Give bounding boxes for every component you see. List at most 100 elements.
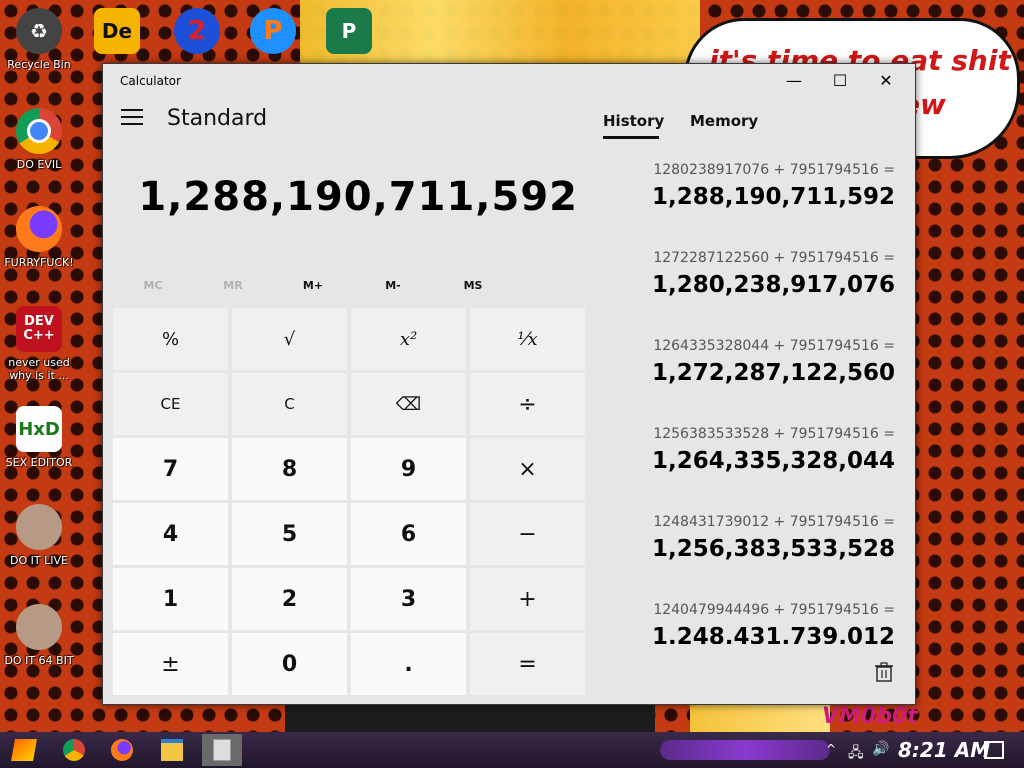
history-item[interactable]: 1240479944496 + 7951794516 = 1,248,431,7… bbox=[625, 602, 895, 644]
taskbar-chrome[interactable] bbox=[56, 734, 92, 766]
memory-add-button[interactable]: M+ bbox=[273, 272, 353, 300]
notifications-icon[interactable] bbox=[984, 741, 1004, 759]
desktop-icon-sex-editor[interactable]: HxD SEX EDITOR bbox=[2, 406, 76, 469]
memory-store-button[interactable]: MS bbox=[433, 272, 513, 300]
history-result: 1,288,190,711,592 bbox=[652, 184, 895, 210]
app-icon: P bbox=[326, 8, 372, 54]
history-item[interactable]: 1256383533528 + 7951794516 = 1,264,335,3… bbox=[625, 426, 895, 474]
reciprocal-button[interactable]: ¹⁄x bbox=[470, 308, 585, 370]
digit-8-button[interactable]: 8 bbox=[232, 438, 347, 500]
start-button[interactable] bbox=[6, 734, 42, 766]
volume-icon[interactable]: 🔊 bbox=[872, 741, 889, 757]
negate-button[interactable]: ± bbox=[113, 633, 228, 695]
calculator-display: 1,288,190,711,592 bbox=[138, 174, 578, 220]
desktop-icon-do-it-64-bit[interactable]: DO IT 64 BIT bbox=[2, 604, 76, 667]
minimize-button[interactable]: — bbox=[771, 64, 817, 96]
history-item[interactable]: 1280238917076 + 7951794516 = 1,288,190,7… bbox=[625, 162, 895, 210]
subtract-button[interactable]: − bbox=[470, 503, 585, 565]
clock[interactable]: 8:21 AM bbox=[898, 738, 990, 762]
backspace-icon: ⌫ bbox=[395, 393, 422, 415]
calculator-icon bbox=[213, 739, 231, 761]
taskbar-file-explorer[interactable] bbox=[154, 734, 190, 766]
history-expression: 1264335328044 + 7951794516 = bbox=[653, 338, 895, 354]
desktop-icon-pencil[interactable]: P bbox=[236, 8, 310, 54]
mode-title: Standard bbox=[167, 106, 268, 131]
hxd-icon: HxD bbox=[16, 406, 62, 452]
delete-history-icon[interactable] bbox=[875, 662, 893, 682]
close-button[interactable]: ✕ bbox=[863, 64, 909, 96]
backspace-button[interactable]: ⌫ bbox=[351, 373, 466, 435]
history-item[interactable]: 1272287122560 + 7951794516 = 1,280,238,9… bbox=[625, 250, 895, 298]
taskbar-decoration bbox=[660, 740, 830, 760]
menu-icon[interactable] bbox=[121, 109, 143, 125]
taskbar-calculator[interactable] bbox=[202, 734, 242, 766]
devcpp-icon: DEV C++ bbox=[16, 306, 62, 352]
equals-button[interactable]: = bbox=[470, 633, 585, 695]
square-root-button[interactable]: √ bbox=[232, 308, 347, 370]
square-button[interactable]: x² bbox=[351, 308, 466, 370]
app-icon: 2 bbox=[174, 8, 220, 54]
clear-entry-button[interactable]: CE bbox=[113, 373, 228, 435]
desktop-icon-furryfuck[interactable]: FURRYFUCK! bbox=[2, 206, 76, 269]
memory-row: MC MR M+ M- MS bbox=[113, 272, 583, 300]
file-explorer-icon bbox=[161, 739, 183, 761]
digit-5-button[interactable]: 5 bbox=[232, 503, 347, 565]
calculator-window: Calculator — ☐ ✕ Standard 1,288,190,711,… bbox=[102, 63, 916, 705]
desktop-icon-do-it-live[interactable]: DO IT LIVE bbox=[2, 504, 76, 567]
divide-button[interactable]: ÷ bbox=[470, 373, 585, 435]
history-list: 1280238917076 + 7951794516 = 1,288,190,7… bbox=[623, 162, 895, 644]
desktop-icon-reloaded-2[interactable]: 2 bbox=[160, 8, 234, 54]
desktop-icon-app[interactable]: P bbox=[312, 8, 386, 54]
chrome-icon bbox=[16, 108, 62, 154]
tray-chevron-icon[interactable]: ^ bbox=[826, 742, 836, 756]
digit-9-button[interactable]: 9 bbox=[351, 438, 466, 500]
digit-7-button[interactable]: 7 bbox=[113, 438, 228, 500]
digit-0-button[interactable]: 0 bbox=[232, 633, 347, 695]
active-tab-indicator bbox=[603, 136, 659, 139]
portrait-icon bbox=[16, 504, 62, 550]
history-expression: 1280238917076 + 7951794516 = bbox=[653, 162, 895, 178]
memory-subtract-button[interactable]: M- bbox=[353, 272, 433, 300]
digit-4-button[interactable]: 4 bbox=[113, 503, 228, 565]
percent-button[interactable]: % bbox=[113, 308, 228, 370]
desktop-icon-i-love[interactable]: De bbox=[80, 8, 154, 54]
firefox-icon bbox=[16, 206, 62, 252]
maximize-button[interactable]: ☐ bbox=[817, 64, 863, 96]
history-result: 1,280,238,917,076 bbox=[652, 272, 895, 298]
network-icon[interactable]: 🖧 bbox=[848, 742, 864, 766]
history-expression: 1256383533528 + 7951794516 = bbox=[653, 426, 895, 442]
app-icon: De bbox=[94, 8, 140, 54]
history-result: 1,272,287,122,560 bbox=[652, 360, 895, 386]
tab-memory[interactable]: Memory bbox=[690, 112, 758, 130]
memory-recall-button[interactable]: MR bbox=[193, 272, 273, 300]
clear-button[interactable]: C bbox=[232, 373, 347, 435]
multiply-button[interactable]: × bbox=[470, 438, 585, 500]
app-icon: P bbox=[250, 8, 296, 54]
portrait-icon bbox=[16, 604, 62, 650]
add-button[interactable]: + bbox=[470, 568, 585, 630]
digit-6-button[interactable]: 6 bbox=[351, 503, 466, 565]
desktop-icon-recycle-bin[interactable]: ♻ Recycle Bin bbox=[2, 8, 76, 71]
taskbar-firefox[interactable] bbox=[104, 734, 140, 766]
digit-1-button[interactable]: 1 bbox=[113, 568, 228, 630]
history-expression: 1272287122560 + 7951794516 = bbox=[653, 250, 895, 266]
history-expression: 1248431739012 + 7951794516 = bbox=[653, 514, 895, 530]
window-title: Calculator bbox=[120, 74, 181, 88]
history-expression: 1240479944496 + 7951794516 = bbox=[653, 602, 895, 618]
tab-history[interactable]: History bbox=[603, 112, 664, 139]
digit-3-button[interactable]: 3 bbox=[351, 568, 466, 630]
history-result: 1,264,335,328,044 bbox=[652, 448, 895, 474]
history-item[interactable]: 1264335328044 + 7951794516 = 1,272,287,1… bbox=[625, 338, 895, 386]
history-item[interactable]: 1248431739012 + 7951794516 = 1,256,383,5… bbox=[625, 514, 895, 562]
recycle-bin-icon: ♻ bbox=[16, 8, 62, 54]
taskbar: ^ 🖧 🔊 8:21 AM bbox=[0, 732, 1024, 768]
digit-2-button[interactable]: 2 bbox=[232, 568, 347, 630]
title-bar: Calculator — ☐ ✕ bbox=[103, 64, 915, 96]
desktop-icon-devcpp[interactable]: DEV C++ never used why is it ... bbox=[2, 306, 76, 382]
memory-clear-button[interactable]: MC bbox=[113, 272, 193, 300]
firefox-icon bbox=[111, 739, 133, 761]
decimal-button[interactable]: . bbox=[351, 633, 466, 695]
desktop-icon-do-evil[interactable]: DO EVIL bbox=[2, 108, 76, 171]
start-icon bbox=[11, 739, 37, 761]
history-result: 1,256,383,533,528 bbox=[652, 536, 895, 562]
